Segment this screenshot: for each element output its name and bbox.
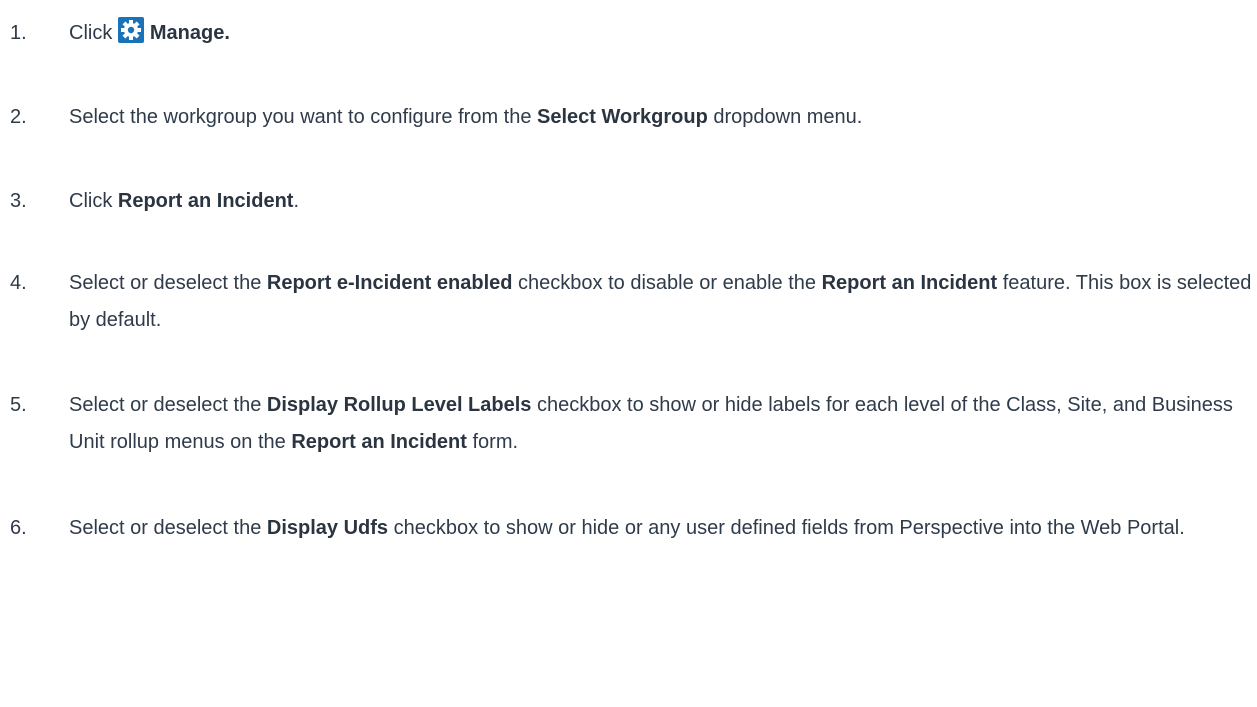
bold-term: Report an Incident [821, 272, 998, 294]
step-number: 4. [10, 272, 27, 294]
bold-term: Display Rollup Level Labels [266, 394, 532, 416]
bold-term: Display Udfs [266, 517, 389, 539]
step-number: 6. [10, 517, 27, 539]
step-number: 2. [10, 106, 27, 128]
step-text: Click Manage. [69, 15, 1257, 52]
text-run: . [293, 190, 300, 212]
step-text: Select or deselect the Display Rollup Le… [69, 387, 1257, 461]
text-run: Click [69, 22, 118, 44]
text-run: checkbox to disable or enable the [512, 272, 822, 294]
text-run: Select or deselect the [69, 517, 267, 539]
bold-term: Select Workgroup [537, 106, 708, 128]
step-text: Select or deselect the Display Udfs chec… [69, 510, 1257, 547]
bold-term: Report an Incident [117, 190, 294, 212]
gear-icon [117, 17, 144, 43]
text-run: form. [466, 431, 519, 453]
bold-term: Manage. [149, 22, 230, 44]
step-text: Select the workgroup you want to configu… [69, 99, 1257, 136]
step-number: 1. [10, 22, 27, 44]
bold-term: Report an Incident [291, 431, 467, 453]
text-run: Select or deselect the [69, 272, 267, 294]
bold-term: Report e-Incident enabled [266, 272, 513, 294]
text-run: Select or deselect the [69, 394, 267, 416]
text-run: Select the workgroup you want to configu… [69, 106, 538, 128]
step-number: 3. [10, 190, 27, 212]
text-run: checkbox to show or hide or any user def… [388, 517, 1185, 539]
step-number: 5. [10, 394, 27, 416]
text-run: Click [69, 190, 118, 212]
step-text: Select or deselect the Report e-Incident… [69, 265, 1257, 339]
step-text: Click Report an Incident. [69, 183, 1257, 220]
text-run: dropdown menu. [707, 106, 863, 128]
